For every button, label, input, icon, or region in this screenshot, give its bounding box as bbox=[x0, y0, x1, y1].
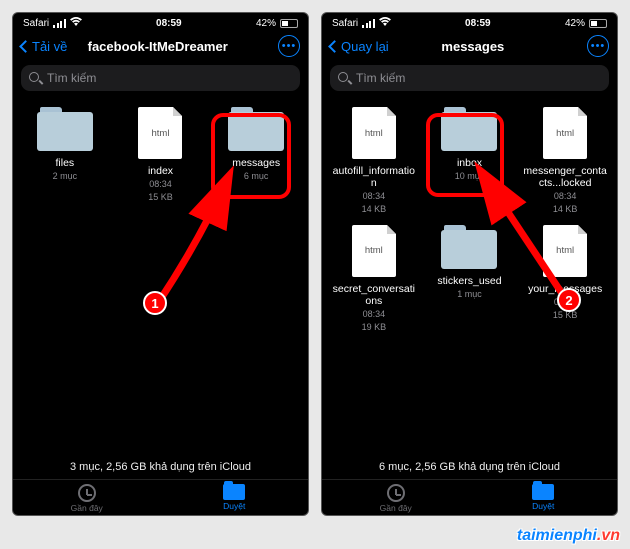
search-icon bbox=[29, 72, 41, 84]
status-app: Safari bbox=[23, 18, 49, 29]
folder-icon bbox=[37, 107, 93, 151]
tab-recent[interactable]: Gần đây bbox=[13, 484, 161, 513]
page-title: messages bbox=[359, 39, 587, 54]
more-button[interactable]: ••• bbox=[587, 35, 609, 57]
search-input[interactable]: Tìm kiếm bbox=[330, 65, 609, 91]
search-icon bbox=[338, 72, 350, 84]
wifi-icon bbox=[70, 17, 82, 29]
item-size: 14 KB bbox=[362, 204, 387, 215]
file-grid: files 2 mục html index 08:34 15 KB messa… bbox=[13, 99, 308, 455]
status-time: 08:59 bbox=[156, 18, 182, 29]
battery-percent: 42% bbox=[256, 18, 276, 29]
item-size: 15 KB bbox=[148, 192, 173, 203]
folder-tab-icon bbox=[223, 484, 245, 500]
file-icon: html bbox=[543, 225, 587, 277]
grid-item-inbox[interactable]: inbox 10 mục bbox=[424, 107, 516, 215]
folder-icon bbox=[228, 107, 284, 151]
wifi-icon bbox=[379, 17, 391, 29]
tab-bar: Gần đây Duyệt bbox=[322, 479, 617, 515]
item-sub: 2 mục bbox=[53, 171, 78, 182]
phone-right: Safari 08:59 42% Quay lại bbox=[321, 12, 618, 516]
watermark: taimienphi.vn bbox=[517, 527, 620, 545]
nav-bar: Quay lại messages ••• bbox=[322, 31, 617, 63]
grid-item-files[interactable]: files 2 mục bbox=[19, 107, 111, 203]
phone-left: Safari 08:59 42% Tải về bbox=[12, 12, 309, 516]
item-sub: 10 mục bbox=[455, 171, 485, 182]
watermark-suffix: .vn bbox=[597, 527, 620, 544]
tab-bar: Gần đây Duyệt bbox=[13, 479, 308, 515]
item-name: stickers_used bbox=[437, 275, 501, 287]
status-app: Safari bbox=[332, 18, 358, 29]
item-sub: 08:34 bbox=[363, 191, 386, 202]
grid-item-stickers[interactable]: stickers_used 1 mục bbox=[424, 225, 516, 333]
grid-item-your-messages[interactable]: html your_messages 08:34 15 KB bbox=[519, 225, 611, 333]
more-button[interactable]: ••• bbox=[278, 35, 300, 57]
battery-icon bbox=[589, 19, 607, 28]
folder-tab-icon bbox=[532, 484, 554, 500]
grid-item-messenger-contacts[interactable]: html messenger_contacts...locked 08:34 1… bbox=[519, 107, 611, 215]
folder-icon bbox=[441, 107, 497, 151]
status-bar: Safari 08:59 42% bbox=[13, 13, 308, 31]
item-sub: 08:34 bbox=[554, 191, 577, 202]
file-icon: html bbox=[352, 107, 396, 159]
item-name: secret_conversations bbox=[331, 283, 417, 307]
footer-status: 3 mục, 2,56 GB khả dụng trên iCloud bbox=[13, 455, 308, 479]
file-icon: html bbox=[352, 225, 396, 277]
item-sub: 08:34 bbox=[363, 309, 386, 320]
tab-label: Gần đây bbox=[71, 503, 103, 513]
clock-icon bbox=[78, 484, 96, 502]
item-size: 15 KB bbox=[553, 310, 578, 321]
tab-browse[interactable]: Duyệt bbox=[470, 484, 618, 513]
grid-item-messages[interactable]: messages 6 mục bbox=[210, 107, 302, 203]
folder-icon bbox=[441, 225, 497, 269]
battery-icon bbox=[280, 19, 298, 28]
page-title: facebook-ItMeDreamer bbox=[37, 39, 278, 54]
item-name: inbox bbox=[457, 157, 482, 169]
status-bar: Safari 08:59 42% bbox=[322, 13, 617, 31]
tab-label: Duyệt bbox=[223, 501, 245, 511]
search-placeholder: Tìm kiếm bbox=[356, 71, 405, 85]
file-icon: html bbox=[138, 107, 182, 159]
item-sub: 6 mục bbox=[244, 171, 269, 182]
tab-label: Duyệt bbox=[532, 501, 554, 511]
clock-icon bbox=[387, 484, 405, 502]
battery-percent: 42% bbox=[565, 18, 585, 29]
search-placeholder: Tìm kiếm bbox=[47, 71, 96, 85]
search-input[interactable]: Tìm kiếm bbox=[21, 65, 300, 91]
item-name: your_messages bbox=[528, 283, 602, 295]
item-sub: 08:34 bbox=[554, 297, 577, 308]
item-size: 14 KB bbox=[553, 204, 578, 215]
signal-icon bbox=[53, 19, 66, 28]
item-sub: 08:34 bbox=[149, 179, 172, 190]
watermark-text: taimienphi bbox=[517, 527, 597, 544]
item-name: autofill_information bbox=[331, 165, 417, 189]
footer-status: 6 mục, 2,56 GB khả dụng trên iCloud bbox=[322, 455, 617, 479]
status-time: 08:59 bbox=[465, 18, 491, 29]
tab-label: Gần đây bbox=[380, 503, 412, 513]
signal-icon bbox=[362, 19, 375, 28]
chevron-left-icon bbox=[328, 40, 341, 53]
chevron-left-icon bbox=[19, 40, 32, 53]
tab-recent[interactable]: Gần đây bbox=[322, 484, 470, 513]
grid-item-secret-conv[interactable]: html secret_conversations 08:34 19 KB bbox=[328, 225, 420, 333]
item-size: 19 KB bbox=[362, 322, 387, 333]
item-name: files bbox=[55, 157, 74, 169]
item-name: messenger_contacts...locked bbox=[522, 165, 608, 189]
item-name: messages bbox=[232, 157, 280, 169]
file-grid: html autofill_information 08:34 14 KB in… bbox=[322, 99, 617, 455]
file-icon: html bbox=[543, 107, 587, 159]
nav-bar: Tải về facebook-ItMeDreamer ••• bbox=[13, 31, 308, 63]
tab-browse[interactable]: Duyệt bbox=[161, 484, 309, 513]
grid-item-autofill[interactable]: html autofill_information 08:34 14 KB bbox=[328, 107, 420, 215]
item-name: index bbox=[148, 165, 173, 177]
grid-item-index[interactable]: html index 08:34 15 KB bbox=[115, 107, 207, 203]
item-sub: 1 mục bbox=[457, 289, 482, 300]
